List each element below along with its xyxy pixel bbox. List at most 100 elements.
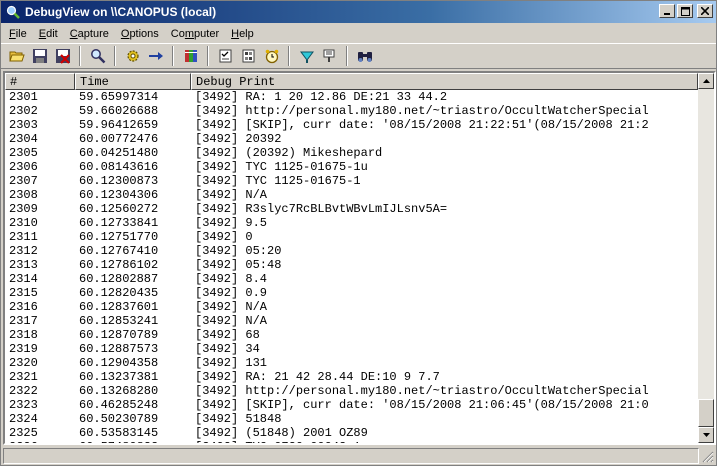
filter-icon[interactable] <box>237 45 260 67</box>
table-row[interactable]: 2318 60.12870789 [3492] 68 <box>5 328 698 342</box>
table-row[interactable]: 2301 59.65997314 [3492] RA: 1 20 12.86 DE:… <box>5 90 698 104</box>
row-debug-print-cell: [3492] 0 <box>195 230 253 244</box>
menu-help[interactable]: Help <box>225 25 260 42</box>
table-row[interactable]: 2325 60.53583145 [3492] (51848) 2001 OZ89 <box>5 426 698 440</box>
row-number-cell: 2302 <box>9 104 38 118</box>
table-row[interactable]: 2304 60.00772476 [3492] 20392 <box>5 132 698 146</box>
row-time-cell: 60.12300873 <box>79 174 159 188</box>
row-number-cell: 2326 <box>5 440 75 443</box>
open-folder-icon[interactable] <box>5 45 28 67</box>
row-number-cell: 2307 <box>9 174 38 188</box>
table-row[interactable]: 2306 60.08143616 [3492] TYC 1125-01675-1u <box>5 160 698 174</box>
column-header-debug-print[interactable]: Debug Print <box>191 73 698 90</box>
maximize-button[interactable] <box>677 4 693 18</box>
table-row[interactable]: 2313 60.12786102 [3492] 05:48 <box>5 258 698 272</box>
row-debug-print-cell: [3492] TYC 1125-01675-1 <box>195 174 361 188</box>
row-debug-print-cell: [3492] 20392 <box>195 132 282 146</box>
row-number-cell: 2314 <box>9 272 38 286</box>
row-time-cell: 60.12751770 <box>79 230 159 244</box>
resize-grip-icon[interactable] <box>702 451 714 463</box>
row-number-cell: 2304 <box>9 132 38 146</box>
table-row[interactable]: 2322 60.13268280 [3492] http://personal.my… <box>5 384 698 398</box>
table-row[interactable]: 2323 60.46285248 [3492] [SKIP], curr date:… <box>5 398 698 412</box>
row-debug-print-cell: [3492] RA: 21 42 28.44 DE:10 9 7.7 <box>195 370 440 384</box>
row-number-cell: 2310 <box>9 216 38 230</box>
table-row[interactable]: 2305 60.04251480 [3492] (20392) Mikeshepar… <box>5 146 698 160</box>
row-time-cell: 60.04251480 <box>79 146 159 160</box>
row-time-cell: 60.12767410 <box>79 244 159 258</box>
menu-edit[interactable]: Edit <box>33 25 64 42</box>
autoscroll-arrow-icon[interactable] <box>144 45 167 67</box>
clear-display-icon[interactable] <box>179 45 202 67</box>
table-row[interactable]: 2308 60.12304306 [3492] N/A <box>5 188 698 202</box>
row-time-cell: 59.66026688 <box>79 104 159 118</box>
history-icon[interactable] <box>318 45 341 67</box>
column-header-number[interactable]: # <box>5 73 75 90</box>
binoculars-icon[interactable] <box>353 45 376 67</box>
table-row[interactable]: 2307 60.12300873 [3492] TYC 1125-01675-1 <box>5 174 698 188</box>
exit-icon[interactable] <box>51 45 74 67</box>
row-debug-print-cell: [3492] 9.5 <box>195 216 268 230</box>
clock-icon[interactable] <box>260 45 283 67</box>
table-row[interactable]: 2319 60.12887573 [3492] 34 <box>5 342 698 356</box>
row-time-cell: 60.12904358 <box>79 356 159 370</box>
minimize-button[interactable] <box>659 4 675 18</box>
highlight-icon[interactable] <box>295 45 318 67</box>
table-row[interactable]: 2317 60.12853241 [3492] N/A <box>5 314 698 328</box>
row-debug-print-cell: [3492] N/A <box>195 314 268 328</box>
menu-computer[interactable]: Co m puter <box>165 25 225 42</box>
table-row[interactable]: 2310 60.12733841 [3492] 9.5 <box>5 216 698 230</box>
row-debug-print-cell: [3492] 51848 <box>195 412 282 426</box>
table-row[interactable]: 2314 60.12802887 [3492] 8.4 <box>5 272 698 286</box>
row-time-cell: 59.65997314 <box>79 90 159 104</box>
row-time-cell: 60.46285248 <box>79 398 159 412</box>
title-bar[interactable]: DebugView on \\CANOPUS (local) <box>1 1 716 23</box>
scroll-up-button[interactable] <box>698 73 714 89</box>
row-time-cell: 60.50230789 <box>79 412 159 426</box>
table-row[interactable]: 2303 59.96412659 [3492] [SKIP], curr date:… <box>5 118 698 132</box>
table-row[interactable]: 232660.57480833[3492] TYC 0730-00043-1u <box>5 440 698 443</box>
close-button[interactable] <box>697 4 713 18</box>
table-row[interactable]: 2321 60.13237381 [3492] RA: 21 42 28.44 DE… <box>5 370 698 384</box>
row-number-cell: 2317 <box>9 314 38 328</box>
row-number-cell: 2305 <box>9 146 38 160</box>
row-number-cell: 2318 <box>9 328 38 342</box>
menu-options[interactable]: Options <box>115 25 165 42</box>
debugview-window: DebugView on \\CANOPUS (local) File Edit C… <box>0 0 717 466</box>
row-debug-print-cell: [3492] 8.4 <box>195 272 268 286</box>
save-icon[interactable] <box>28 45 51 67</box>
row-debug-print-cell: [3492] TYC 1125-01675-1u <box>195 160 368 174</box>
row-number-cell: 2321 <box>9 370 38 384</box>
toolbar-separator <box>79 46 81 66</box>
scroll-down-button[interactable] <box>698 427 714 443</box>
row-number-cell: 2324 <box>9 412 38 426</box>
row-debug-print-cell: [3492] TYC 0730-00043-1u <box>191 440 698 443</box>
table-row[interactable]: 2316 60.12837601 [3492] N/A <box>5 300 698 314</box>
table-row[interactable]: 2311 60.12751770 [3492] 0 <box>5 230 698 244</box>
table-row[interactable]: 2302 59.66026688 [3492] http://personal.my… <box>5 104 698 118</box>
table-row[interactable]: 2324 60.50230789 [3492] 51848 <box>5 412 698 426</box>
table-row[interactable]: 2315 60.12820435 [3492] 0.9 <box>5 286 698 300</box>
capture-gear-icon[interactable] <box>121 45 144 67</box>
row-debug-print-cell: [3492] R3slyc7RcBLBvtWBvLmIJLsnv5A= <box>195 202 448 216</box>
table-row[interactable]: 2312 60.12767410 [3492] 05:20 <box>5 244 698 258</box>
row-time-cell: 60.13237381 <box>79 370 159 384</box>
menu-capture[interactable]: Capture <box>64 25 115 42</box>
table-row[interactable]: 2320 60.12904358 [3492] 131 <box>5 356 698 370</box>
find-icon[interactable] <box>86 45 109 67</box>
options-icon[interactable] <box>214 45 237 67</box>
row-time-cell: 60.12802887 <box>79 272 159 286</box>
row-number-cell: 2306 <box>9 160 38 174</box>
row-number-cell: 2325 <box>9 426 38 440</box>
row-debug-print-cell: [3492] 34 <box>195 342 260 356</box>
app-magnifier-icon <box>5 4 21 20</box>
column-header-time[interactable]: Time <box>75 73 191 90</box>
vertical-scrollbar[interactable] <box>698 73 714 443</box>
table-row[interactable]: 2309 60.12560272 [3492] R3slyc7RcBLBvtWBvL… <box>5 202 698 216</box>
scroll-thumb[interactable] <box>698 399 714 427</box>
menu-file[interactable]: File <box>3 25 33 42</box>
toolbar-separator <box>114 46 116 66</box>
row-number-cell: 2316 <box>9 300 38 314</box>
row-debug-print-cell: [3492] RA: 1 20 12.86 DE:21 33 44.2 <box>195 90 448 104</box>
debug-output-list[interactable]: # Time Debug Print 2301 59.65997314 [3492]… <box>3 71 716 445</box>
